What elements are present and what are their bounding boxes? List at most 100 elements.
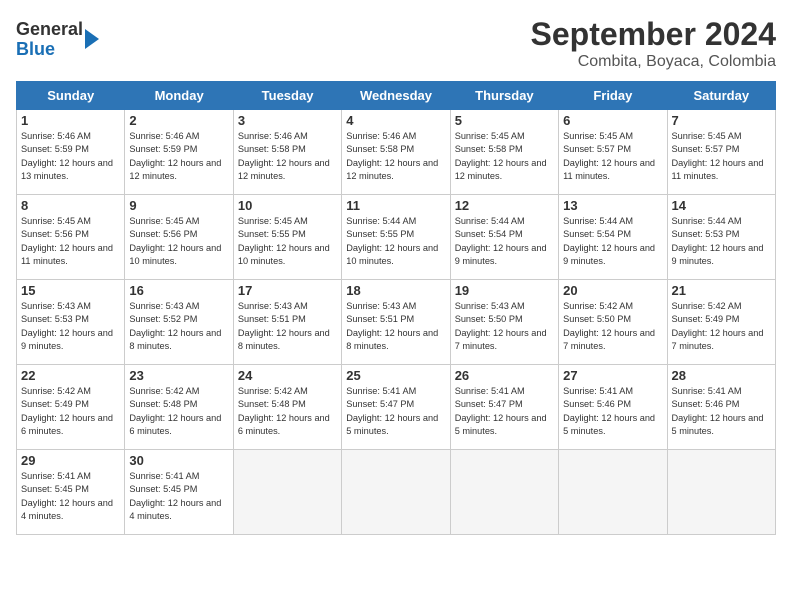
day-number: 12 <box>455 198 554 213</box>
calendar-cell: 4 Sunrise: 5:46 AMSunset: 5:58 PMDaylight… <box>342 110 450 195</box>
day-info: Sunrise: 5:45 AMSunset: 5:57 PMDaylight:… <box>672 131 764 181</box>
calendar-cell: 7 Sunrise: 5:45 AMSunset: 5:57 PMDaylight… <box>667 110 775 195</box>
title-block: September 2024 Combita, Boyaca, Colombia <box>531 16 776 71</box>
day-number: 4 <box>346 113 445 128</box>
calendar-cell: 20 Sunrise: 5:42 AMSunset: 5:50 PMDayligh… <box>559 280 667 365</box>
logo: GeneralBlue <box>16 20 99 60</box>
day-info: Sunrise: 5:43 AMSunset: 5:51 PMDaylight:… <box>346 301 438 351</box>
day-number: 6 <box>563 113 662 128</box>
day-info: Sunrise: 5:42 AMSunset: 5:48 PMDaylight:… <box>129 386 221 436</box>
day-number: 17 <box>238 283 337 298</box>
day-info: Sunrise: 5:45 AMSunset: 5:57 PMDaylight:… <box>563 131 655 181</box>
calendar-table: Sunday Monday Tuesday Wednesday Thursday… <box>16 81 776 535</box>
day-info: Sunrise: 5:41 AMSunset: 5:46 PMDaylight:… <box>672 386 764 436</box>
day-info: Sunrise: 5:43 AMSunset: 5:52 PMDaylight:… <box>129 301 221 351</box>
day-info: Sunrise: 5:46 AMSunset: 5:58 PMDaylight:… <box>346 131 438 181</box>
calendar-cell <box>342 450 450 535</box>
day-info: Sunrise: 5:41 AMSunset: 5:45 PMDaylight:… <box>21 471 113 521</box>
day-info: Sunrise: 5:41 AMSunset: 5:45 PMDaylight:… <box>129 471 221 521</box>
day-info: Sunrise: 5:44 AMSunset: 5:55 PMDaylight:… <box>346 216 438 266</box>
day-info: Sunrise: 5:44 AMSunset: 5:53 PMDaylight:… <box>672 216 764 266</box>
day-number: 9 <box>129 198 228 213</box>
calendar-cell: 3 Sunrise: 5:46 AMSunset: 5:58 PMDaylight… <box>233 110 341 195</box>
calendar-week-row: 22Sunrise: 5:42 AMSunset: 5:49 PMDayligh… <box>17 365 776 450</box>
calendar-cell: 5 Sunrise: 5:45 AMSunset: 5:58 PMDaylight… <box>450 110 558 195</box>
logo-general: General <box>16 20 83 40</box>
calendar-cell: 29 Sunrise: 5:41 AMSunset: 5:45 PMDayligh… <box>17 450 125 535</box>
day-info: Sunrise: 5:43 AMSunset: 5:50 PMDaylight:… <box>455 301 547 351</box>
calendar-cell: 9 Sunrise: 5:45 AMSunset: 5:56 PMDaylight… <box>125 195 233 280</box>
calendar-cell: 11 Sunrise: 5:44 AMSunset: 5:55 PMDayligh… <box>342 195 450 280</box>
day-info: Sunrise: 5:46 AMSunset: 5:59 PMDaylight:… <box>21 131 113 181</box>
day-number: 19 <box>455 283 554 298</box>
day-info: Sunrise: 5:45 AMSunset: 5:56 PMDaylight:… <box>129 216 221 266</box>
day-info: Sunrise: 5:43 AMSunset: 5:51 PMDaylight:… <box>238 301 330 351</box>
day-number: 11 <box>346 198 445 213</box>
day-number: 5 <box>455 113 554 128</box>
day-number: 25 <box>346 368 445 383</box>
calendar-cell <box>559 450 667 535</box>
logo-arrow-icon <box>85 29 99 49</box>
day-number: 3 <box>238 113 337 128</box>
calendar-cell: 25Sunrise: 5:41 AMSunset: 5:47 PMDayligh… <box>342 365 450 450</box>
day-info: Sunrise: 5:46 AMSunset: 5:59 PMDaylight:… <box>129 131 221 181</box>
col-tuesday: Tuesday <box>233 82 341 110</box>
day-info: Sunrise: 5:46 AMSunset: 5:58 PMDaylight:… <box>238 131 330 181</box>
day-number: 18 <box>346 283 445 298</box>
page-subtitle: Combita, Boyaca, Colombia <box>531 53 776 71</box>
calendar-cell: 16 Sunrise: 5:43 AMSunset: 5:52 PMDayligh… <box>125 280 233 365</box>
calendar-week-row: 15 Sunrise: 5:43 AMSunset: 5:53 PMDayligh… <box>17 280 776 365</box>
day-info: Sunrise: 5:45 AMSunset: 5:55 PMDaylight:… <box>238 216 330 266</box>
day-number: 7 <box>672 113 771 128</box>
col-monday: Monday <box>125 82 233 110</box>
col-saturday: Saturday <box>667 82 775 110</box>
day-info: Sunrise: 5:45 AMSunset: 5:56 PMDaylight:… <box>21 216 113 266</box>
col-friday: Friday <box>559 82 667 110</box>
calendar-week-row: 1Sunrise: 5:46 AMSunset: 5:59 PMDaylight… <box>17 110 776 195</box>
page-title: September 2024 <box>531 16 776 53</box>
calendar-cell: 14Sunrise: 5:44 AMSunset: 5:53 PMDayligh… <box>667 195 775 280</box>
calendar-cell: 12Sunrise: 5:44 AMSunset: 5:54 PMDayligh… <box>450 195 558 280</box>
day-info: Sunrise: 5:42 AMSunset: 5:49 PMDaylight:… <box>21 386 113 436</box>
calendar-cell: 24Sunrise: 5:42 AMSunset: 5:48 PMDayligh… <box>233 365 341 450</box>
day-number: 20 <box>563 283 662 298</box>
day-number: 8 <box>21 198 120 213</box>
calendar-cell: 21 Sunrise: 5:42 AMSunset: 5:49 PMDayligh… <box>667 280 775 365</box>
weekday-header-row: Sunday Monday Tuesday Wednesday Thursday… <box>17 82 776 110</box>
calendar-cell <box>450 450 558 535</box>
day-info: Sunrise: 5:42 AMSunset: 5:49 PMDaylight:… <box>672 301 764 351</box>
calendar-cell: 18 Sunrise: 5:43 AMSunset: 5:51 PMDayligh… <box>342 280 450 365</box>
day-info: Sunrise: 5:44 AMSunset: 5:54 PMDaylight:… <box>563 216 655 266</box>
day-number: 24 <box>238 368 337 383</box>
calendar-cell: 30Sunrise: 5:41 AMSunset: 5:45 PMDayligh… <box>125 450 233 535</box>
logo-blue: Blue <box>16 40 83 60</box>
calendar-week-row: 29 Sunrise: 5:41 AMSunset: 5:45 PMDayligh… <box>17 450 776 535</box>
day-number: 15 <box>21 283 120 298</box>
calendar-cell: 8 Sunrise: 5:45 AMSunset: 5:56 PMDaylight… <box>17 195 125 280</box>
day-info: Sunrise: 5:43 AMSunset: 5:53 PMDaylight:… <box>21 301 113 351</box>
calendar-cell: 23 Sunrise: 5:42 AMSunset: 5:48 PMDayligh… <box>125 365 233 450</box>
calendar-week-row: 8 Sunrise: 5:45 AMSunset: 5:56 PMDaylight… <box>17 195 776 280</box>
calendar-cell: 15 Sunrise: 5:43 AMSunset: 5:53 PMDayligh… <box>17 280 125 365</box>
calendar-cell: 19 Sunrise: 5:43 AMSunset: 5:50 PMDayligh… <box>450 280 558 365</box>
calendar-cell: 2Sunrise: 5:46 AMSunset: 5:59 PMDaylight… <box>125 110 233 195</box>
calendar-cell: 22Sunrise: 5:42 AMSunset: 5:49 PMDayligh… <box>17 365 125 450</box>
calendar-cell: 26 Sunrise: 5:41 AMSunset: 5:47 PMDayligh… <box>450 365 558 450</box>
day-info: Sunrise: 5:45 AMSunset: 5:58 PMDaylight:… <box>455 131 547 181</box>
calendar-cell: 13 Sunrise: 5:44 AMSunset: 5:54 PMDayligh… <box>559 195 667 280</box>
day-number: 13 <box>563 198 662 213</box>
day-number: 29 <box>21 453 120 468</box>
calendar-cell: 27Sunrise: 5:41 AMSunset: 5:46 PMDayligh… <box>559 365 667 450</box>
header: GeneralBlue September 2024 Combita, Boya… <box>16 16 776 71</box>
day-number: 10 <box>238 198 337 213</box>
day-number: 16 <box>129 283 228 298</box>
calendar-cell: 10 Sunrise: 5:45 AMSunset: 5:55 PMDayligh… <box>233 195 341 280</box>
calendar-cell: 6 Sunrise: 5:45 AMSunset: 5:57 PMDaylight… <box>559 110 667 195</box>
day-number: 23 <box>129 368 228 383</box>
day-info: Sunrise: 5:41 AMSunset: 5:47 PMDaylight:… <box>455 386 547 436</box>
day-info: Sunrise: 5:42 AMSunset: 5:50 PMDaylight:… <box>563 301 655 351</box>
day-number: 21 <box>672 283 771 298</box>
day-number: 26 <box>455 368 554 383</box>
calendar-cell <box>233 450 341 535</box>
col-sunday: Sunday <box>17 82 125 110</box>
